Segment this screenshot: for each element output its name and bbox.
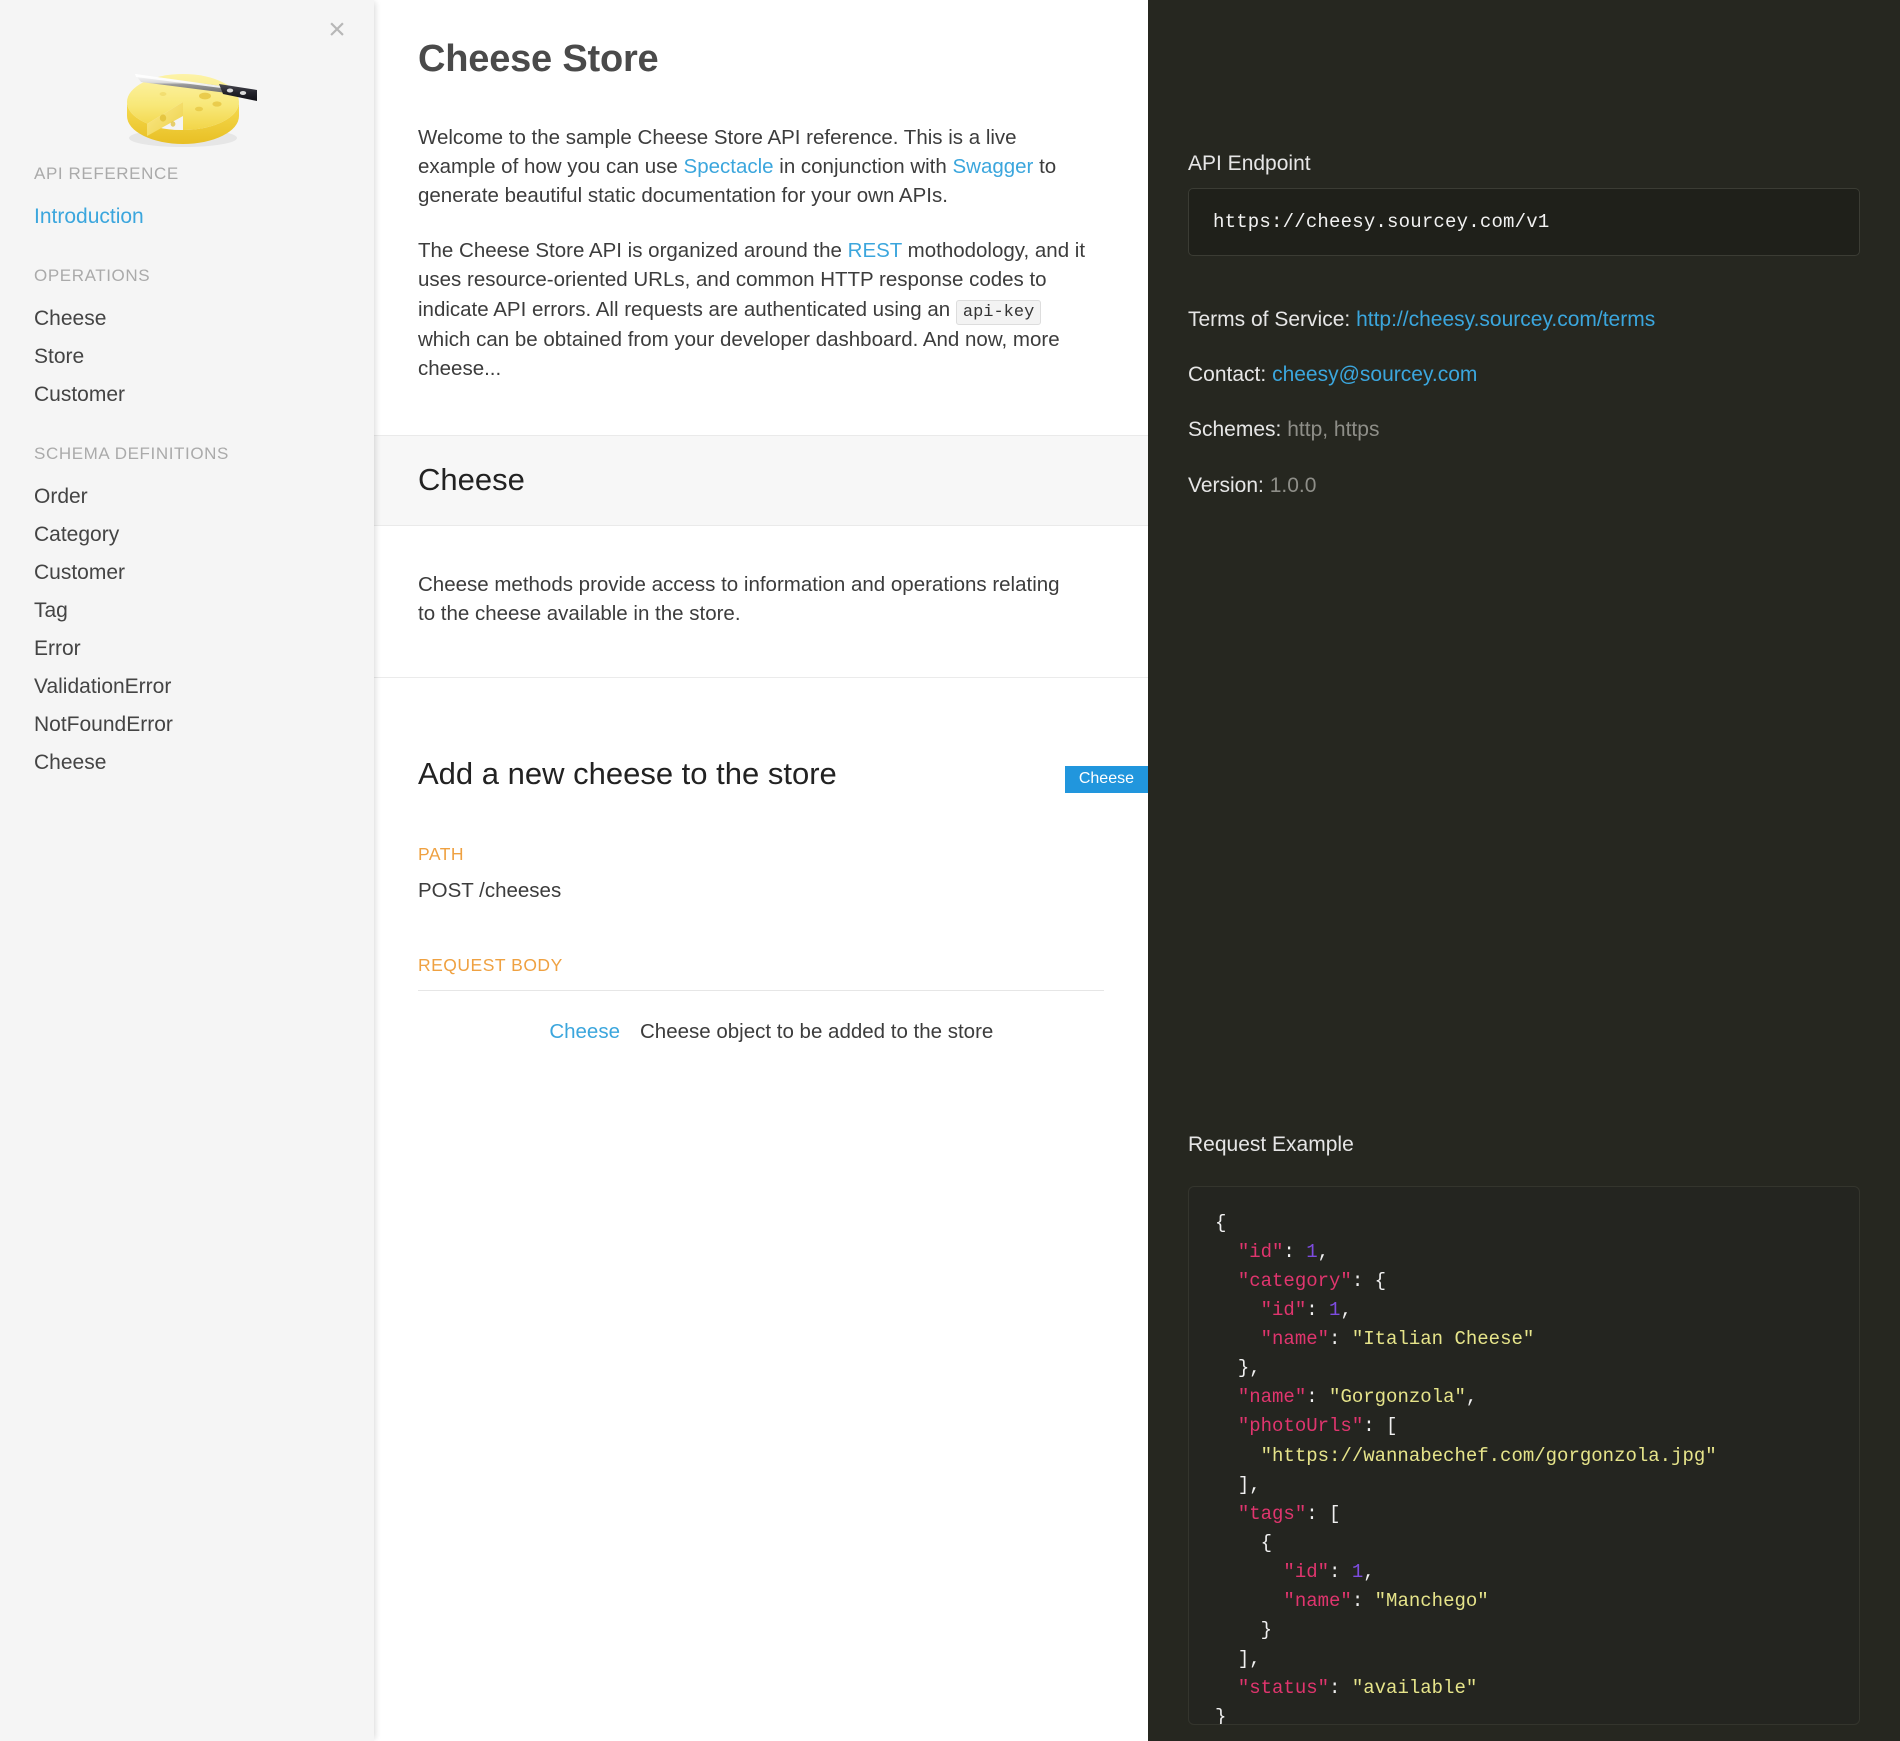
intro-p2-text3: which can be obtained from your develope… [418, 327, 1060, 380]
sidebar-item-customer[interactable]: Customer [0, 376, 374, 414]
api-endpoint-box[interactable]: https://cheesy.sourcey.com/v1 [1188, 188, 1860, 256]
meta-version: Version: 1.0.0 [1188, 473, 1860, 498]
request-body-table: Cheese Cheese object to be added to the … [418, 989, 1104, 1046]
meta-label-terms: Terms of Service: [1188, 308, 1351, 331]
sidebar-item-tag[interactable]: Tag [0, 592, 374, 630]
section-title: Cheese [418, 461, 525, 497]
intro-p2-text1: The Cheese Store API is organized around… [418, 239, 848, 263]
sidebar-item-error[interactable]: Error [0, 630, 374, 668]
page-title: Cheese Store [418, 38, 659, 80]
sidebar-item-customer-schema[interactable]: Customer [0, 554, 374, 592]
api-key-code: api-key [955, 299, 1042, 325]
request-body-description: Cheese object to be added to the store [640, 1019, 994, 1043]
meta-label-version: Version: [1188, 473, 1264, 497]
schemes-value: http, https [1287, 418, 1380, 442]
nav-group-schema-definitions: SCHEMA DEFINITIONS Order Category Custom… [0, 444, 374, 782]
meta-terms-of-service: Terms of Service: http://cheesy.sourcey.… [1188, 307, 1860, 332]
api-meta-list: Terms of Service: http://cheesy.sourcey.… [1188, 307, 1860, 528]
request-example-label: Request Example [1188, 1133, 1354, 1156]
sidebar-item-cheese[interactable]: Cheese [0, 300, 374, 338]
api-endpoint-url: https://cheesy.sourcey.com/v1 [1213, 211, 1550, 233]
intro-paragraph-1: Welcome to the sample Cheese Store API r… [418, 123, 1090, 210]
nav-heading-schema-definitions: SCHEMA DEFINITIONS [34, 444, 229, 463]
swagger-link[interactable]: Swagger [952, 155, 1033, 178]
request-example-json: { "id": 1, "category": { "id": 1, "name"… [1215, 1212, 1717, 1725]
request-body-label: REQUEST BODY [418, 954, 563, 975]
nav-heading-api-reference: API REFERENCE [34, 164, 179, 183]
introduction-section: Cheese Store Welcome to the sample Chees… [374, 0, 1148, 435]
operation-title: Add a new cheese to the store [418, 755, 837, 791]
nav-group-api-reference: API REFERENCE Introduction [0, 164, 374, 236]
close-icon[interactable]: × [320, 14, 354, 48]
sidebar-item-cheese-schema[interactable]: Cheese [0, 744, 374, 782]
terms-of-service-link[interactable]: http://cheesy.sourcey.com/terms [1356, 308, 1655, 331]
sidebar-item-order[interactable]: Order [0, 478, 374, 516]
logo [0, 0, 374, 150]
meta-label-schemes: Schemes: [1188, 418, 1282, 442]
meta-contact: Contact: cheesy@sourcey.com [1188, 362, 1860, 387]
status-badge[interactable]: Cheese [1064, 765, 1148, 793]
request-example-code-box: { "id": 1, "category": { "id": 1, "name"… [1188, 1186, 1860, 1725]
table-row: Cheese Cheese object to be added to the … [418, 991, 1104, 1046]
intro-p1-text2: in conjunction with [773, 155, 953, 179]
sidebar-item-category[interactable]: Category [0, 516, 374, 554]
section-description: Cheese methods provide access to informa… [374, 526, 1148, 678]
meta-label-contact: Contact: [1188, 363, 1267, 387]
path-label: PATH [418, 843, 465, 864]
sidebar-item-notfounderror[interactable]: NotFoundError [0, 706, 374, 744]
api-endpoint-label: API Endpoint [1188, 152, 1311, 175]
spectacle-link[interactable]: Spectacle [684, 155, 774, 178]
sidebar-item-introduction[interactable]: Introduction [0, 198, 374, 236]
api-docs-page: × API REFERENCE Introduction OPERATIONS … [0, 0, 1900, 1741]
section-header-cheese: Cheese [374, 434, 1148, 526]
version-value: 1.0.0 [1269, 473, 1317, 497]
meta-schemes: Schemes: http, https [1188, 417, 1860, 442]
nav-group-operations: OPERATIONS Cheese Store Customer [0, 266, 374, 414]
nav-heading-operations: OPERATIONS [34, 266, 151, 285]
contact-email-link[interactable]: cheesy@sourcey.com [1272, 363, 1477, 386]
right-panel: API Endpoint https://cheesy.sourcey.com/… [1148, 0, 1900, 1741]
sidebar: × API REFERENCE Introduction OPERATIONS … [0, 0, 374, 1741]
sidebar-item-store[interactable]: Store [0, 338, 374, 376]
main-content: Cheese Store Welcome to the sample Chees… [374, 0, 1148, 1741]
sidebar-nav: API REFERENCE Introduction OPERATIONS Ch… [0, 150, 374, 782]
rest-link[interactable]: REST [848, 239, 902, 262]
request-body-type-link[interactable]: Cheese [418, 1017, 640, 1046]
sidebar-item-validationerror[interactable]: ValidationError [0, 668, 374, 706]
operation-block: Cheese Add a new cheese to the store PAT… [374, 756, 1148, 1086]
section-description-text: Cheese methods provide access to informa… [418, 572, 1060, 626]
intro-paragraph-2: The Cheese Store API is organized around… [418, 236, 1090, 383]
path-value: POST /cheeses [418, 878, 562, 902]
cheese-wheel-with-knife-icon [127, 74, 257, 147]
